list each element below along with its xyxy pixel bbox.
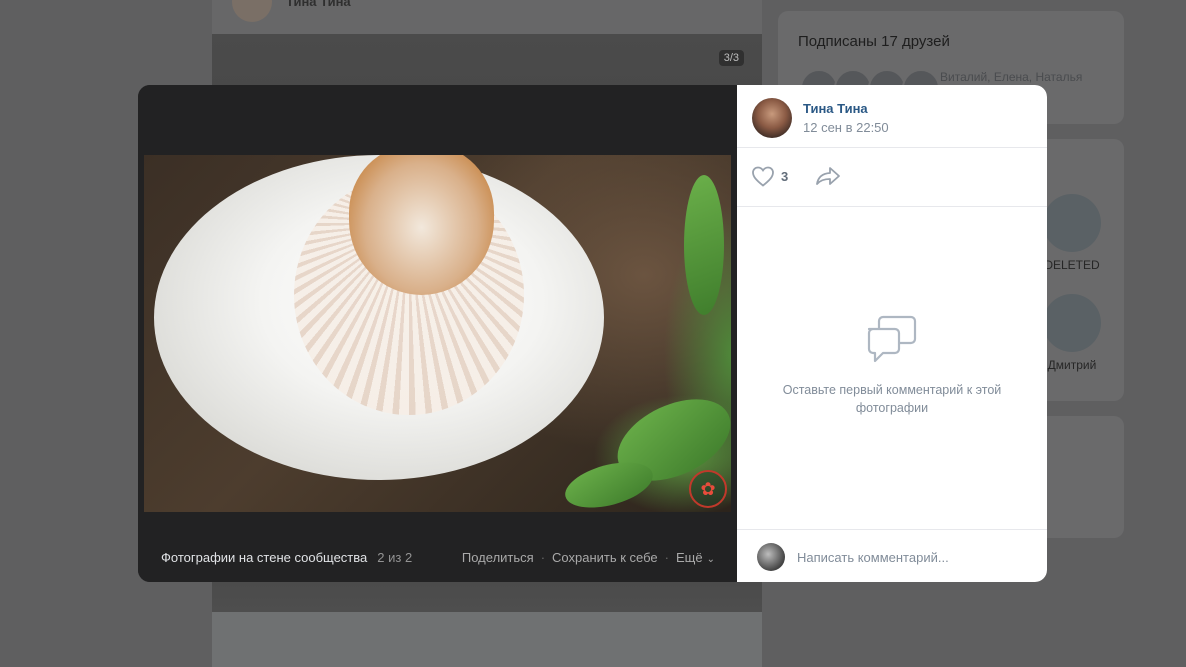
heart-icon: [752, 166, 774, 187]
album-title-link[interactable]: Фотографии на стене сообщества: [161, 550, 367, 565]
photo-actions: Поделиться · Сохранить к себе · Ещё ⌄: [462, 550, 715, 565]
mushroom-photo[interactable]: ✿: [144, 155, 731, 512]
background-post-bottom: [212, 612, 762, 667]
comment-bar: [737, 529, 1047, 582]
more-button[interactable]: Ещё ⌄: [676, 550, 715, 565]
share-arrow-icon: [816, 167, 840, 185]
like-count: 3: [781, 168, 789, 184]
friends-names: Виталий, Елена, Наталья: [940, 70, 1083, 84]
author-row: Тина Тина 12 сен в 22:50: [737, 85, 1047, 148]
avatar[interactable]: [752, 98, 792, 138]
avatar: [757, 543, 785, 571]
avatar: [1043, 194, 1101, 252]
friends-title: Подписаны 17 друзей: [798, 33, 950, 50]
like-button[interactable]: 3: [751, 165, 788, 187]
person-deleted: DELETED: [1042, 194, 1102, 272]
share-link[interactable]: Поделиться: [462, 550, 534, 565]
empty-comments: Оставьте первый комментарий к этой фотог…: [737, 315, 1047, 417]
photo-position: 2 из 2: [377, 549, 413, 565]
info-pane: Тина Тина 12 сен в 22:50 3 Оставьте перв: [737, 85, 1047, 582]
photo-pane: ✿ Фотографии на стене сообщества 2 из 2 …: [138, 85, 737, 582]
background-post-author: Тина Тина: [286, 0, 351, 9]
more-dots-icon: ···: [722, 0, 736, 6]
empty-comments-text: Оставьте первый комментарий к этой фотог…: [782, 383, 1002, 415]
actions-row: 3: [737, 148, 1047, 207]
avatar: [1043, 294, 1101, 352]
watermark-icon: ✿: [689, 470, 727, 508]
post-date[interactable]: 12 сен в 22:50: [803, 120, 889, 135]
more-label: Ещё: [676, 549, 703, 565]
separator-dot: ·: [540, 549, 546, 565]
chevron-down-icon: ⌄: [706, 553, 715, 565]
photo-viewer: ✿ Фотографии на стене сообщества 2 из 2 …: [138, 85, 1047, 582]
person-name: Дмитрий: [1047, 358, 1097, 372]
background-post-header: Тина Тина ···: [212, 0, 762, 32]
comment-input[interactable]: [795, 542, 1029, 572]
share-button[interactable]: [815, 166, 841, 191]
separator-dot: ·: [664, 549, 669, 565]
person-dmitry: Дмитрий: [1042, 294, 1102, 372]
save-link[interactable]: Сохранить к себе: [552, 550, 658, 565]
person-name: DELETED: [1044, 258, 1100, 272]
background-post-avatar: [232, 0, 272, 22]
background-photo-counter: 3/3: [718, 50, 744, 66]
author-name[interactable]: Тина Тина: [803, 101, 868, 116]
comments-icon: [867, 315, 917, 363]
leaf: [684, 175, 724, 315]
photo-footer: Фотографии на стене сообщества 2 из 2 По…: [138, 532, 737, 582]
